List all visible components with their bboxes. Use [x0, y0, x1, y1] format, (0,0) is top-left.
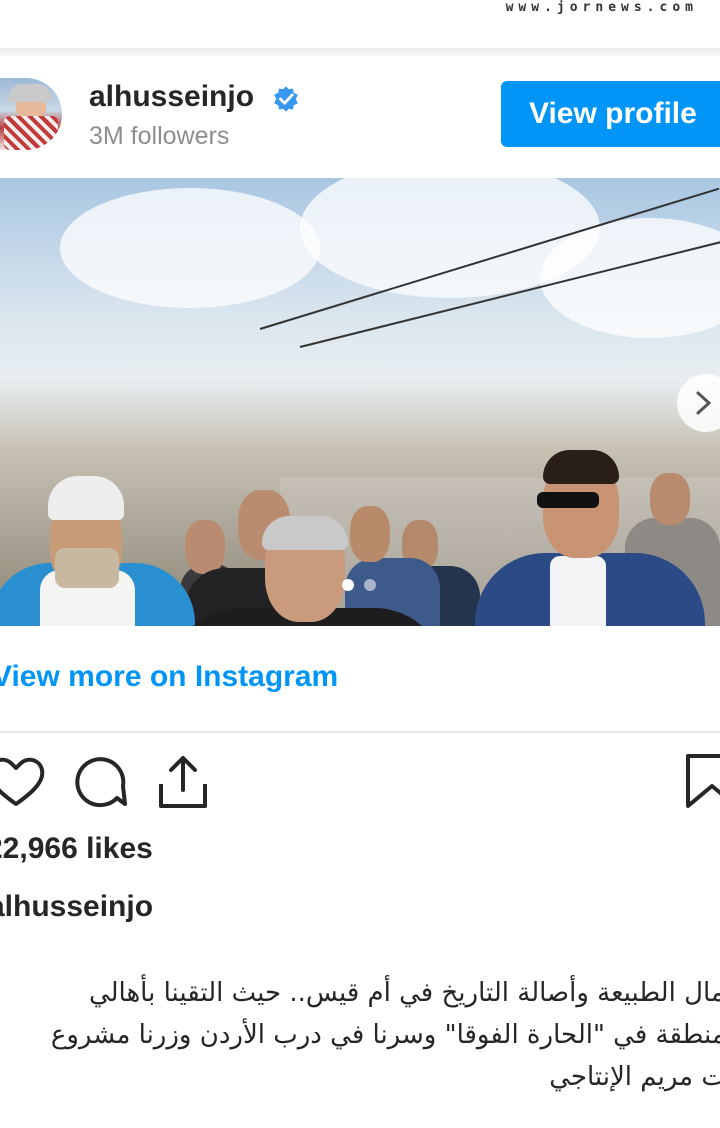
- sunglasses: [537, 492, 599, 508]
- follower-count: 3M followers: [89, 122, 230, 150]
- person-head: [650, 473, 690, 525]
- verified-badge-icon: [274, 86, 298, 112]
- carousel-dot: [364, 579, 376, 591]
- caption-line: المنطقة في "الحارة الفوقا" وسرنا في درب …: [50, 1020, 720, 1050]
- post-photo[interactable]: [0, 178, 720, 626]
- person-head: [185, 520, 225, 574]
- heart-icon[interactable]: [0, 752, 46, 812]
- avatar-cap: [8, 84, 52, 102]
- caption-username[interactable]: alhusseinjo: [0, 890, 153, 924]
- cloud: [60, 188, 320, 308]
- caption-line: جمال الطبيعة وأصالة التاريخ في أم قيس.. …: [88, 978, 720, 1008]
- face-mask: [55, 548, 119, 588]
- comment-icon[interactable]: [69, 752, 129, 812]
- caption-line: بيت مريم الإنتاجي: [549, 1062, 720, 1092]
- person-hair: [543, 450, 619, 484]
- carousel-dot-active: [342, 579, 354, 591]
- top-separator: [0, 48, 720, 56]
- person-shirt: [550, 556, 606, 626]
- avatar-ghutra: [4, 116, 58, 150]
- section-divider: [0, 731, 720, 733]
- chevron-right-icon: [696, 391, 712, 415]
- site-watermark: www.jornews.com: [505, 0, 698, 15]
- avatar[interactable]: [0, 78, 62, 150]
- person-cap: [48, 476, 124, 520]
- like-count[interactable]: 22,966 likes: [0, 832, 153, 866]
- view-more-link[interactable]: View more on Instagram: [0, 660, 338, 694]
- person-hair: [262, 516, 348, 550]
- view-profile-button[interactable]: View profile: [501, 81, 720, 147]
- profile-username[interactable]: alhusseinjo: [89, 80, 254, 114]
- bookmark-icon[interactable]: [682, 752, 720, 812]
- post-caption: جمال الطبيعة وأصالة التاريخ في أم قيس.. …: [0, 972, 720, 1098]
- share-icon[interactable]: [153, 752, 213, 812]
- person-head: [350, 506, 390, 562]
- profile-header: alhusseinjo 3M followers View profile: [0, 56, 720, 178]
